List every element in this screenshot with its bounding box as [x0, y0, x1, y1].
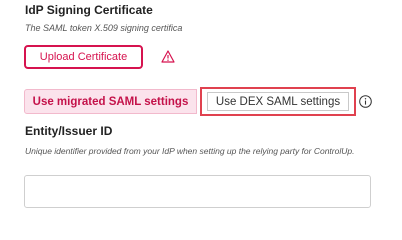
certificate-description: The SAML token X.509 signing certifica [25, 23, 183, 33]
entity-issuer-id-input[interactable] [24, 175, 371, 208]
upload-certificate-label: Upload Certificate [39, 51, 128, 63]
warning-triangle-icon [161, 50, 175, 63]
use-dex-saml-settings-button[interactable]: Use DEX SAML settings [200, 87, 356, 116]
use-migrated-saml-settings-button[interactable]: Use migrated SAML settings [24, 89, 197, 114]
entity-issuer-id-description: Unique identifier provided from your IdP… [25, 146, 355, 156]
upload-certificate-button[interactable]: Upload Certificate [24, 45, 143, 69]
use-migrated-saml-settings-label: Use migrated SAML settings [32, 95, 189, 108]
entity-issuer-id-label: Entity/Issuer ID [25, 124, 113, 138]
use-dex-saml-settings-label: Use DEX SAML settings [207, 92, 349, 111]
certificate-section-title: IdP Signing Certificate [25, 3, 153, 17]
info-circle-icon[interactable] [359, 95, 372, 108]
